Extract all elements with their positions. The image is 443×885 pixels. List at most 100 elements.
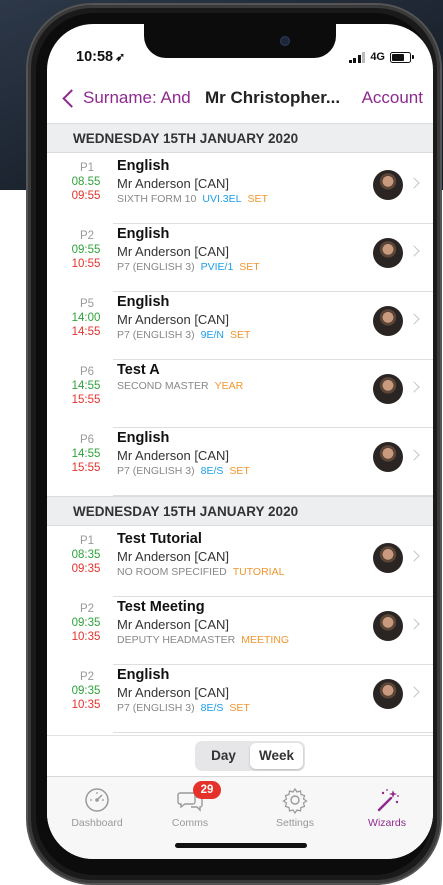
- end-time: 10:55: [71, 258, 101, 270]
- magic-wand-icon: [372, 785, 402, 815]
- lesson-row[interactable]: P2 09:35 10:35 English Mr Anderson [CAN] P7 (…: [47, 665, 433, 733]
- signal-icon: [348, 51, 366, 63]
- end-time: 15:55: [71, 394, 101, 406]
- teacher-avatar: [373, 374, 403, 404]
- teacher-avatar: [373, 442, 403, 472]
- status-bar: 10:58 ➶ 4G: [47, 24, 433, 70]
- location-arrow-icon: ➶: [115, 50, 126, 64]
- status-time: 10:58 ➶: [76, 49, 125, 65]
- tab-wizards[interactable]: Wizards: [342, 785, 432, 829]
- tab-dashboard[interactable]: Dashboard: [52, 785, 142, 829]
- lesson-teacher: Mr Anderson [CAN]: [117, 312, 229, 327]
- period-label: P2: [79, 230, 95, 242]
- day-section-header: WEDNESDAY 15TH JANUARY 2020: [47, 123, 433, 153]
- start-time: 09:55: [71, 244, 101, 256]
- lesson-subject: Test A: [117, 362, 160, 378]
- start-time: 08.55: [71, 176, 101, 188]
- tab-settings-label: Settings: [276, 817, 314, 829]
- lesson-location: P7 (ENGLISH 3): [117, 702, 195, 714]
- lesson-row[interactable]: P1 08.55 09:55 English Mr Anderson [CAN] SIXT…: [47, 156, 433, 224]
- teacher-avatar: [373, 679, 403, 709]
- lesson-row[interactable]: P1 08:35 09:35 Test Tutorial Mr Anderson [CA…: [47, 529, 433, 597]
- lesson-class-code: 9E/N: [200, 329, 224, 341]
- lesson-subject: English: [117, 158, 170, 174]
- day-section-header: WEDNESDAY 15TH JANUARY 2020: [47, 496, 433, 526]
- period-label: P6: [79, 434, 95, 446]
- end-time: 14:55: [71, 326, 101, 338]
- lesson-subject: English: [117, 226, 170, 242]
- start-time: 14:00: [71, 312, 101, 324]
- teacher-avatar: [373, 611, 403, 641]
- teacher-avatar: [373, 238, 403, 268]
- start-time: 09:35: [71, 617, 101, 629]
- lesson-type-tag: SET: [229, 702, 250, 714]
- teacher-avatar: [373, 543, 403, 573]
- chevron-right-icon: [408, 177, 420, 189]
- lesson-row[interactable]: P2 09:35 10:35 Test Meeting Mr Anderson [CAN…: [47, 597, 433, 665]
- start-time: 09:35: [71, 685, 101, 697]
- lesson-meta: P7 (ENGLISH 3) 8E/S SET: [117, 465, 250, 477]
- account-button[interactable]: Account: [362, 88, 423, 108]
- tab-comms[interactable]: 29 Comms: [145, 781, 235, 829]
- lesson-location: P7 (ENGLISH 3): [117, 329, 195, 341]
- chevron-right-icon: [408, 618, 420, 630]
- lesson-subject: Test Tutorial: [117, 531, 202, 547]
- lesson-class-code: PVIE/1: [200, 261, 234, 273]
- end-time: 09:55: [71, 190, 101, 202]
- row-divider: [113, 732, 433, 733]
- speedometer-icon: [82, 785, 112, 815]
- lesson-row[interactable]: P6 14:55 15:55 Test A SECOND MASTER YEAR: [47, 360, 433, 428]
- clock-text: 10:58: [76, 49, 114, 65]
- lesson-type-tag: YEAR: [214, 380, 244, 392]
- lesson-type-tag: SET: [229, 329, 251, 341]
- lesson-location: SIXTH FORM 10: [117, 193, 197, 205]
- lesson-class-code: UVI.3EL: [202, 193, 242, 205]
- lesson-meta: P7 (ENGLISH 3) 9E/N SET: [117, 329, 250, 341]
- lesson-type-tag: SET: [229, 465, 250, 477]
- lesson-meta: P7 (ENGLISH 3) 8E/S SET: [117, 702, 250, 714]
- lesson-row[interactable]: P5 14:00 14:55 English Mr Anderson [CAN] P7 (…: [47, 292, 433, 360]
- period-label: P2: [79, 603, 95, 615]
- period-label: P5: [79, 298, 95, 310]
- end-time: 15:55: [71, 462, 101, 474]
- teacher-avatar: [373, 170, 403, 200]
- lesson-type-tag: TUTORIAL: [232, 566, 285, 578]
- lesson-teacher: Mr Anderson [CAN]: [117, 685, 229, 700]
- chevron-right-icon: [408, 313, 420, 325]
- tab-dashboard-label: Dashboard: [71, 817, 123, 829]
- lesson-teacher: Mr Anderson [CAN]: [117, 244, 229, 259]
- battery-icon: [390, 51, 414, 63]
- period-label: P2: [79, 671, 95, 683]
- chevron-left-icon: [62, 89, 81, 108]
- lesson-meta: SECOND MASTER YEAR: [117, 380, 243, 392]
- lesson-row[interactable]: P2 09:55 10:55 English Mr Anderson [CAN] P7 (…: [47, 224, 433, 292]
- navigation-bar: Surname: And Mr Christopher... Account: [47, 84, 433, 122]
- lesson-location: DEPUTY HEADMASTER: [117, 634, 236, 646]
- day-view-button[interactable]: Day: [197, 743, 250, 769]
- start-time: 14:55: [71, 448, 101, 460]
- lesson-meta: P7 (ENGLISH 3) PVIE/1 SET: [117, 261, 260, 273]
- end-time: 09:35: [71, 563, 101, 575]
- chevron-right-icon: [408, 550, 420, 562]
- start-time: 08:35: [71, 549, 101, 561]
- lesson-teacher: Mr Anderson [CAN]: [117, 448, 229, 463]
- start-time: 14:55: [71, 380, 101, 392]
- tab-settings[interactable]: Settings: [250, 785, 340, 829]
- period-label: P1: [79, 162, 95, 174]
- view-toggle-bar: Day Week: [47, 735, 433, 774]
- lesson-subject: Test Meeting: [117, 599, 205, 615]
- day-week-segmented-control: Day Week: [195, 741, 305, 771]
- lesson-type-tag: SET: [247, 193, 268, 205]
- chevron-right-icon: [408, 449, 420, 461]
- lesson-row[interactable]: P6 14:55 15:55 English Mr Anderson [CAN] P7 (…: [47, 428, 433, 496]
- period-label: P6: [79, 366, 95, 378]
- lesson-class-code: 8E/S: [200, 465, 224, 477]
- week-view-button[interactable]: Week: [250, 743, 303, 769]
- back-button[interactable]: Surname: And: [62, 88, 191, 108]
- lesson-teacher: Mr Anderson [CAN]: [117, 549, 229, 564]
- network-type: 4G: [370, 51, 385, 63]
- lesson-meta: SIXTH FORM 10 UVI.3EL SET: [117, 193, 268, 205]
- lesson-subject: English: [117, 294, 170, 310]
- tab-comms-label: Comms: [171, 817, 209, 829]
- lesson-meta: NO ROOM SPECIFIED TUTORIAL: [117, 566, 284, 578]
